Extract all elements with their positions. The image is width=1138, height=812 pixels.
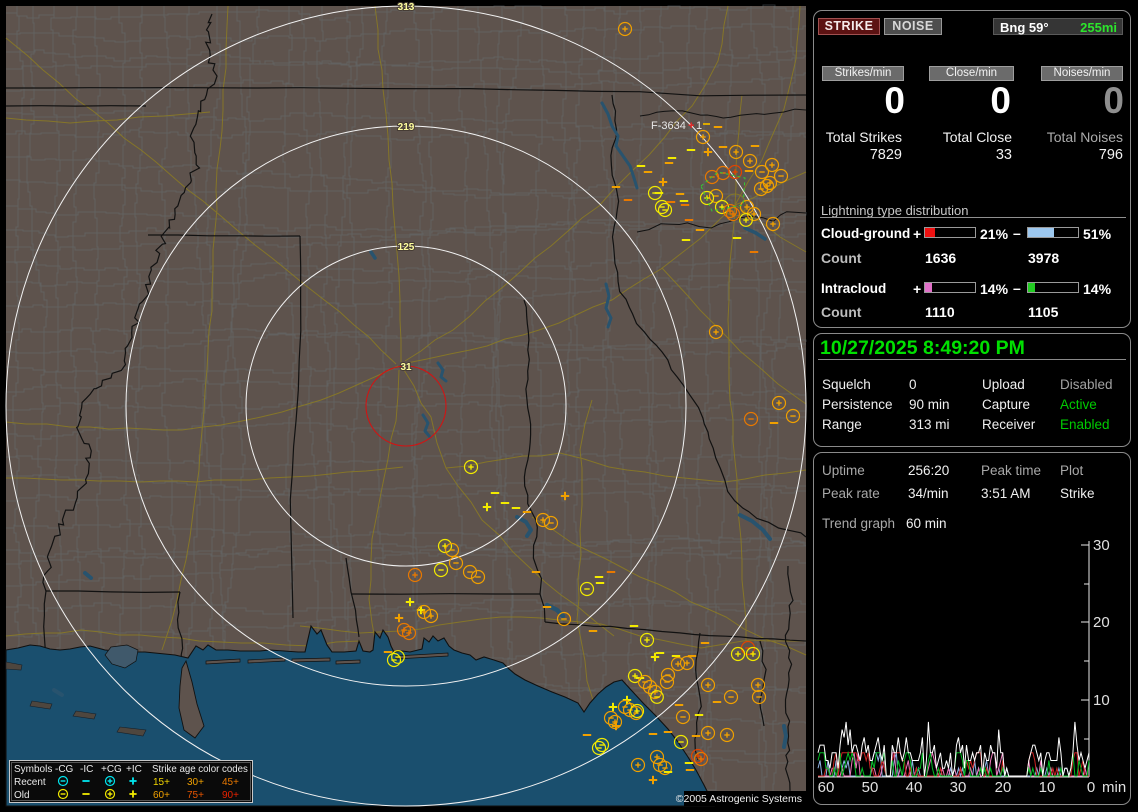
svg-text:30: 30 xyxy=(1093,537,1110,554)
svg-text:min: min xyxy=(1102,779,1126,796)
svg-text:10: 10 xyxy=(1093,692,1110,709)
svg-text:20: 20 xyxy=(1093,614,1110,631)
svg-text:60: 60 xyxy=(818,779,835,796)
svg-text:10: 10 xyxy=(1039,779,1056,796)
svg-text:30: 30 xyxy=(950,779,967,796)
svg-text:40: 40 xyxy=(906,779,923,796)
svg-text:0: 0 xyxy=(1087,779,1095,796)
svg-text:50: 50 xyxy=(862,779,879,796)
svg-text:20: 20 xyxy=(995,779,1012,796)
